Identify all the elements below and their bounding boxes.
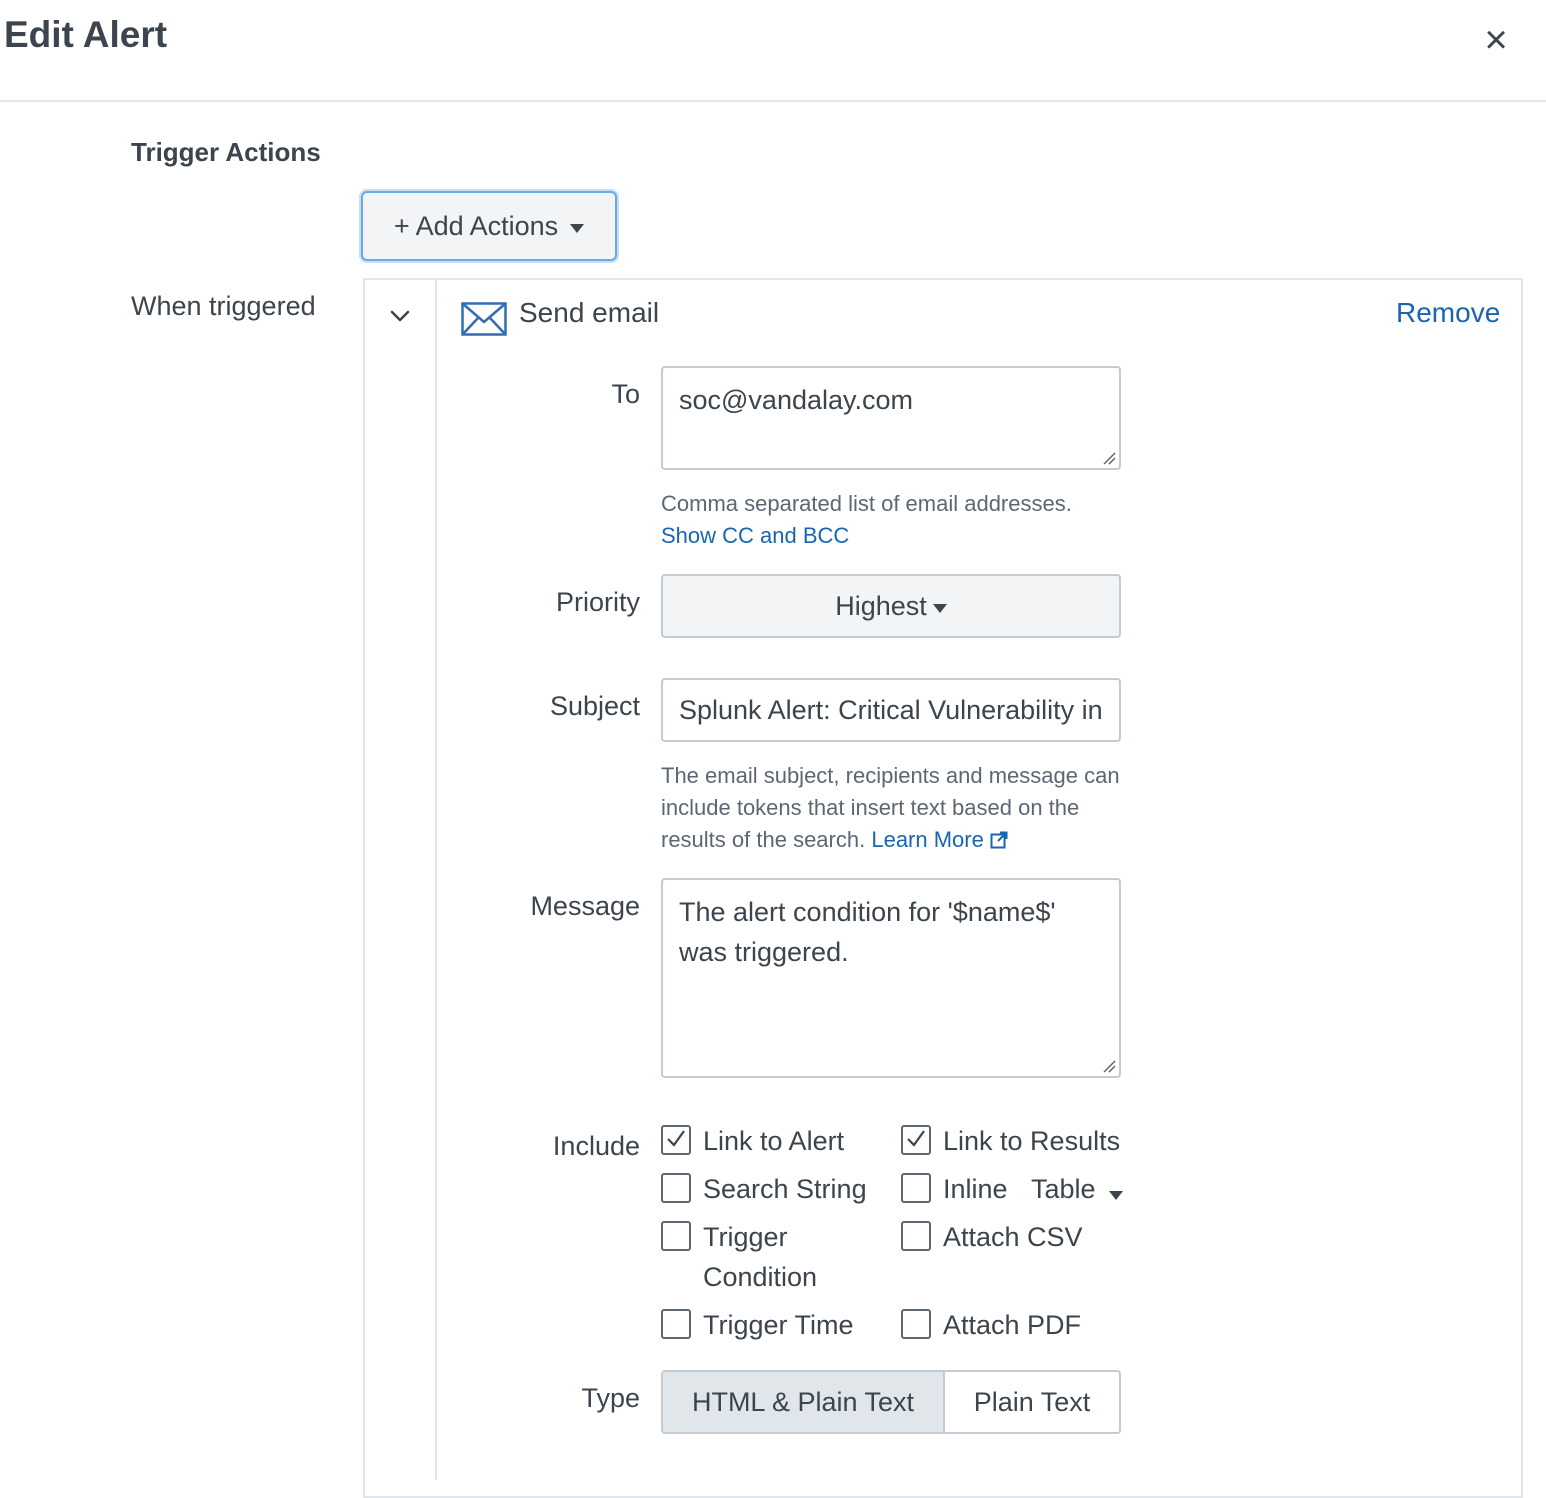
type-segmented-control: HTML & Plain Text Plain Text xyxy=(661,1370,1121,1434)
to-label: To xyxy=(611,379,640,409)
attach-csv-checkbox[interactable] xyxy=(901,1221,931,1251)
trigger-time-checkbox[interactable] xyxy=(661,1309,691,1339)
subject-value: Splunk Alert: Critical Vulnerability in xyxy=(679,695,1103,725)
message-label: Message xyxy=(530,891,640,921)
priority-value: Highest xyxy=(835,590,927,621)
add-actions-label: + Add Actions xyxy=(393,210,559,241)
inline-label: Inline xyxy=(943,1174,1008,1204)
link-to-results-label: Link to Results xyxy=(943,1126,1121,1156)
subject-label: Subject xyxy=(549,691,640,721)
show-cc-bcc-link[interactable]: Show CC and BCC xyxy=(661,520,849,552)
inline-format-dropdown[interactable]: Table xyxy=(1031,1169,1124,1209)
external-link-icon xyxy=(990,831,1008,849)
trigger-condition-checkbox[interactable] xyxy=(661,1221,691,1251)
caret-down-icon xyxy=(932,603,947,613)
to-value: soc@vandalay.com xyxy=(679,385,914,415)
link-to-alert-checkbox[interactable] xyxy=(661,1125,691,1155)
trigger-condition-label: Trigger Condition xyxy=(703,1217,817,1297)
message-value: The alert condition for '$name$' was tri… xyxy=(679,897,1056,967)
action-name: Send email xyxy=(519,297,660,328)
priority-label: Priority xyxy=(555,587,640,617)
checkmark-icon xyxy=(667,1130,685,1147)
resize-handle-icon[interactable] xyxy=(1102,1059,1116,1073)
subject-field[interactable]: Splunk Alert: Critical Vulnerability in xyxy=(661,678,1121,742)
caret-down-icon xyxy=(570,223,585,233)
inline-format-value: Table xyxy=(1031,1174,1096,1204)
attach-pdf-checkbox[interactable] xyxy=(901,1309,931,1339)
resize-handle-icon[interactable] xyxy=(1102,451,1116,465)
inline-checkbox[interactable] xyxy=(901,1173,931,1203)
type-label: Type xyxy=(581,1383,640,1413)
link-to-alert-label: Link to Alert xyxy=(703,1126,845,1156)
chevron-down-icon[interactable] xyxy=(384,300,416,332)
trigger-time-label: Trigger Time xyxy=(703,1310,854,1340)
when-triggered-label: When triggered xyxy=(131,291,316,321)
trigger-condition-line1: Trigger xyxy=(703,1222,788,1252)
to-help-text: Comma separated list of email addresses. xyxy=(661,491,1072,516)
add-actions-button[interactable]: + Add Actions xyxy=(361,191,617,261)
attach-pdf-label: Attach PDF xyxy=(943,1310,1082,1340)
link-to-results-checkbox[interactable] xyxy=(901,1125,931,1155)
to-field[interactable]: soc@vandalay.com xyxy=(661,366,1121,470)
dialog-title: Edit Alert xyxy=(4,14,168,55)
remove-action-link[interactable]: Remove xyxy=(1396,297,1500,329)
message-field[interactable]: The alert condition for '$name$' was tri… xyxy=(661,878,1121,1078)
section-title: Trigger Actions xyxy=(131,137,321,167)
search-string-label: Search String xyxy=(703,1174,867,1204)
close-icon[interactable]: × xyxy=(1476,20,1516,60)
type-html-plain-button[interactable]: HTML & Plain Text xyxy=(663,1372,945,1432)
action-column-divider xyxy=(435,280,437,1480)
learn-more-label: Learn More xyxy=(871,827,984,852)
subject-help-text: The email subject, recipients and messag… xyxy=(661,760,1131,856)
envelope-icon xyxy=(461,302,507,336)
type-plain-text-button[interactable]: Plain Text xyxy=(945,1372,1119,1432)
search-string-checkbox[interactable] xyxy=(661,1173,691,1203)
trigger-condition-line2: Condition xyxy=(703,1262,818,1292)
caret-down-icon xyxy=(1109,1191,1124,1200)
learn-more-link[interactable]: Learn More xyxy=(871,827,1008,852)
header-divider xyxy=(0,100,1546,102)
priority-select[interactable]: Highest xyxy=(661,574,1121,638)
attach-csv-label: Attach CSV xyxy=(943,1222,1083,1252)
include-label: Include xyxy=(552,1131,640,1161)
checkmark-icon xyxy=(907,1130,925,1147)
